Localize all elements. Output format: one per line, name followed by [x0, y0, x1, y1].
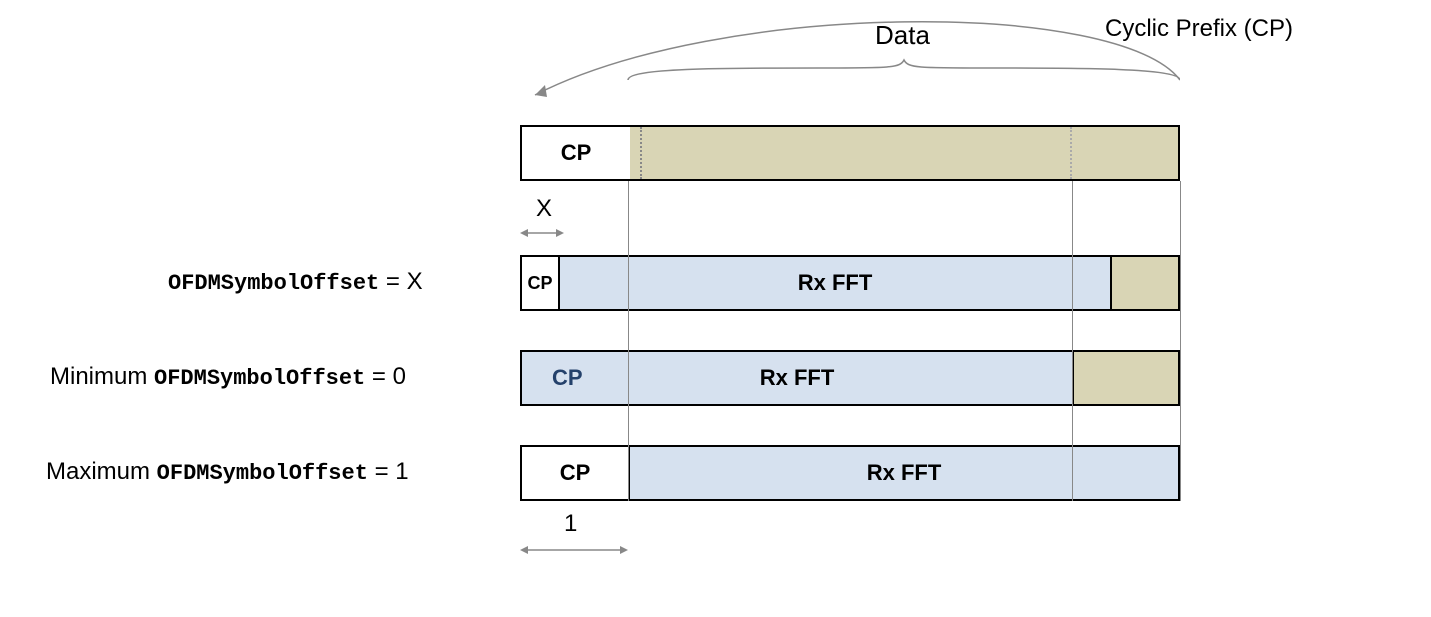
row-x-cp-label: CP	[527, 273, 552, 294]
row-x-remainder-segment	[1112, 257, 1178, 309]
row-max-caption: Maximum OFDMSymbolOffset = 1	[46, 458, 409, 486]
row-min-remainder-segment	[1074, 352, 1178, 404]
row-max-cp-segment: CP	[522, 447, 630, 499]
row-min-caption-eq: = 0	[365, 363, 406, 390]
row-min-bar: CP Rx FFT	[520, 350, 1180, 406]
guide-line-symbol-end	[1180, 181, 1181, 501]
row-x-caption-mono: OFDMSymbolOffset	[168, 271, 379, 296]
guide-line-cp-end	[628, 181, 629, 501]
row-x-cp-segment: CP	[522, 257, 560, 309]
one-marker-label: 1	[564, 510, 577, 538]
one-marker-arrow	[520, 542, 640, 558]
row-min-caption: Minimum OFDMSymbolOffset = 0	[50, 363, 406, 391]
row-max-caption-mono: OFDMSymbolOffset	[157, 461, 368, 486]
row-x-fft-segment: Rx FFT	[560, 257, 1112, 309]
row-min-cp-label: CP	[552, 365, 583, 391]
row-max-bar: CP Rx FFT	[520, 445, 1180, 501]
tx-cp-label: CP	[561, 140, 592, 166]
tx-cp-segment: CP	[522, 127, 630, 179]
x-marker-label: X	[536, 195, 552, 223]
row-max-caption-prefix: Maximum	[46, 458, 157, 485]
row-min-caption-mono: OFDMSymbolOffset	[154, 366, 365, 391]
row-x-bar: CP Rx FFT	[520, 255, 1180, 311]
tx-cp-copy-right-marker	[1070, 127, 1072, 179]
row-min-fft-label: Rx FFT	[760, 365, 835, 391]
row-x-caption-eq: = X	[379, 268, 422, 295]
row-min-caption-prefix: Minimum	[50, 363, 154, 390]
data-brace-arc	[520, 20, 1180, 125]
row-min-fft-segment: CP Rx FFT	[522, 352, 1074, 404]
row-x-fft-label: Rx FFT	[798, 270, 873, 296]
x-marker-arrow	[520, 225, 580, 241]
tx-cp-copy-left-marker	[640, 127, 642, 179]
row-max-fft-segment: Rx FFT	[630, 447, 1178, 499]
row-max-caption-eq: = 1	[368, 458, 409, 485]
tx-symbol-bar: CP	[520, 125, 1180, 181]
tx-data-segment	[630, 127, 1178, 179]
row-max-cp-label: CP	[560, 460, 591, 486]
row-max-fft-label: Rx FFT	[867, 460, 942, 486]
guide-line-data-tail	[1072, 181, 1073, 501]
row-x-caption: OFDMSymbolOffset = X	[168, 268, 423, 296]
